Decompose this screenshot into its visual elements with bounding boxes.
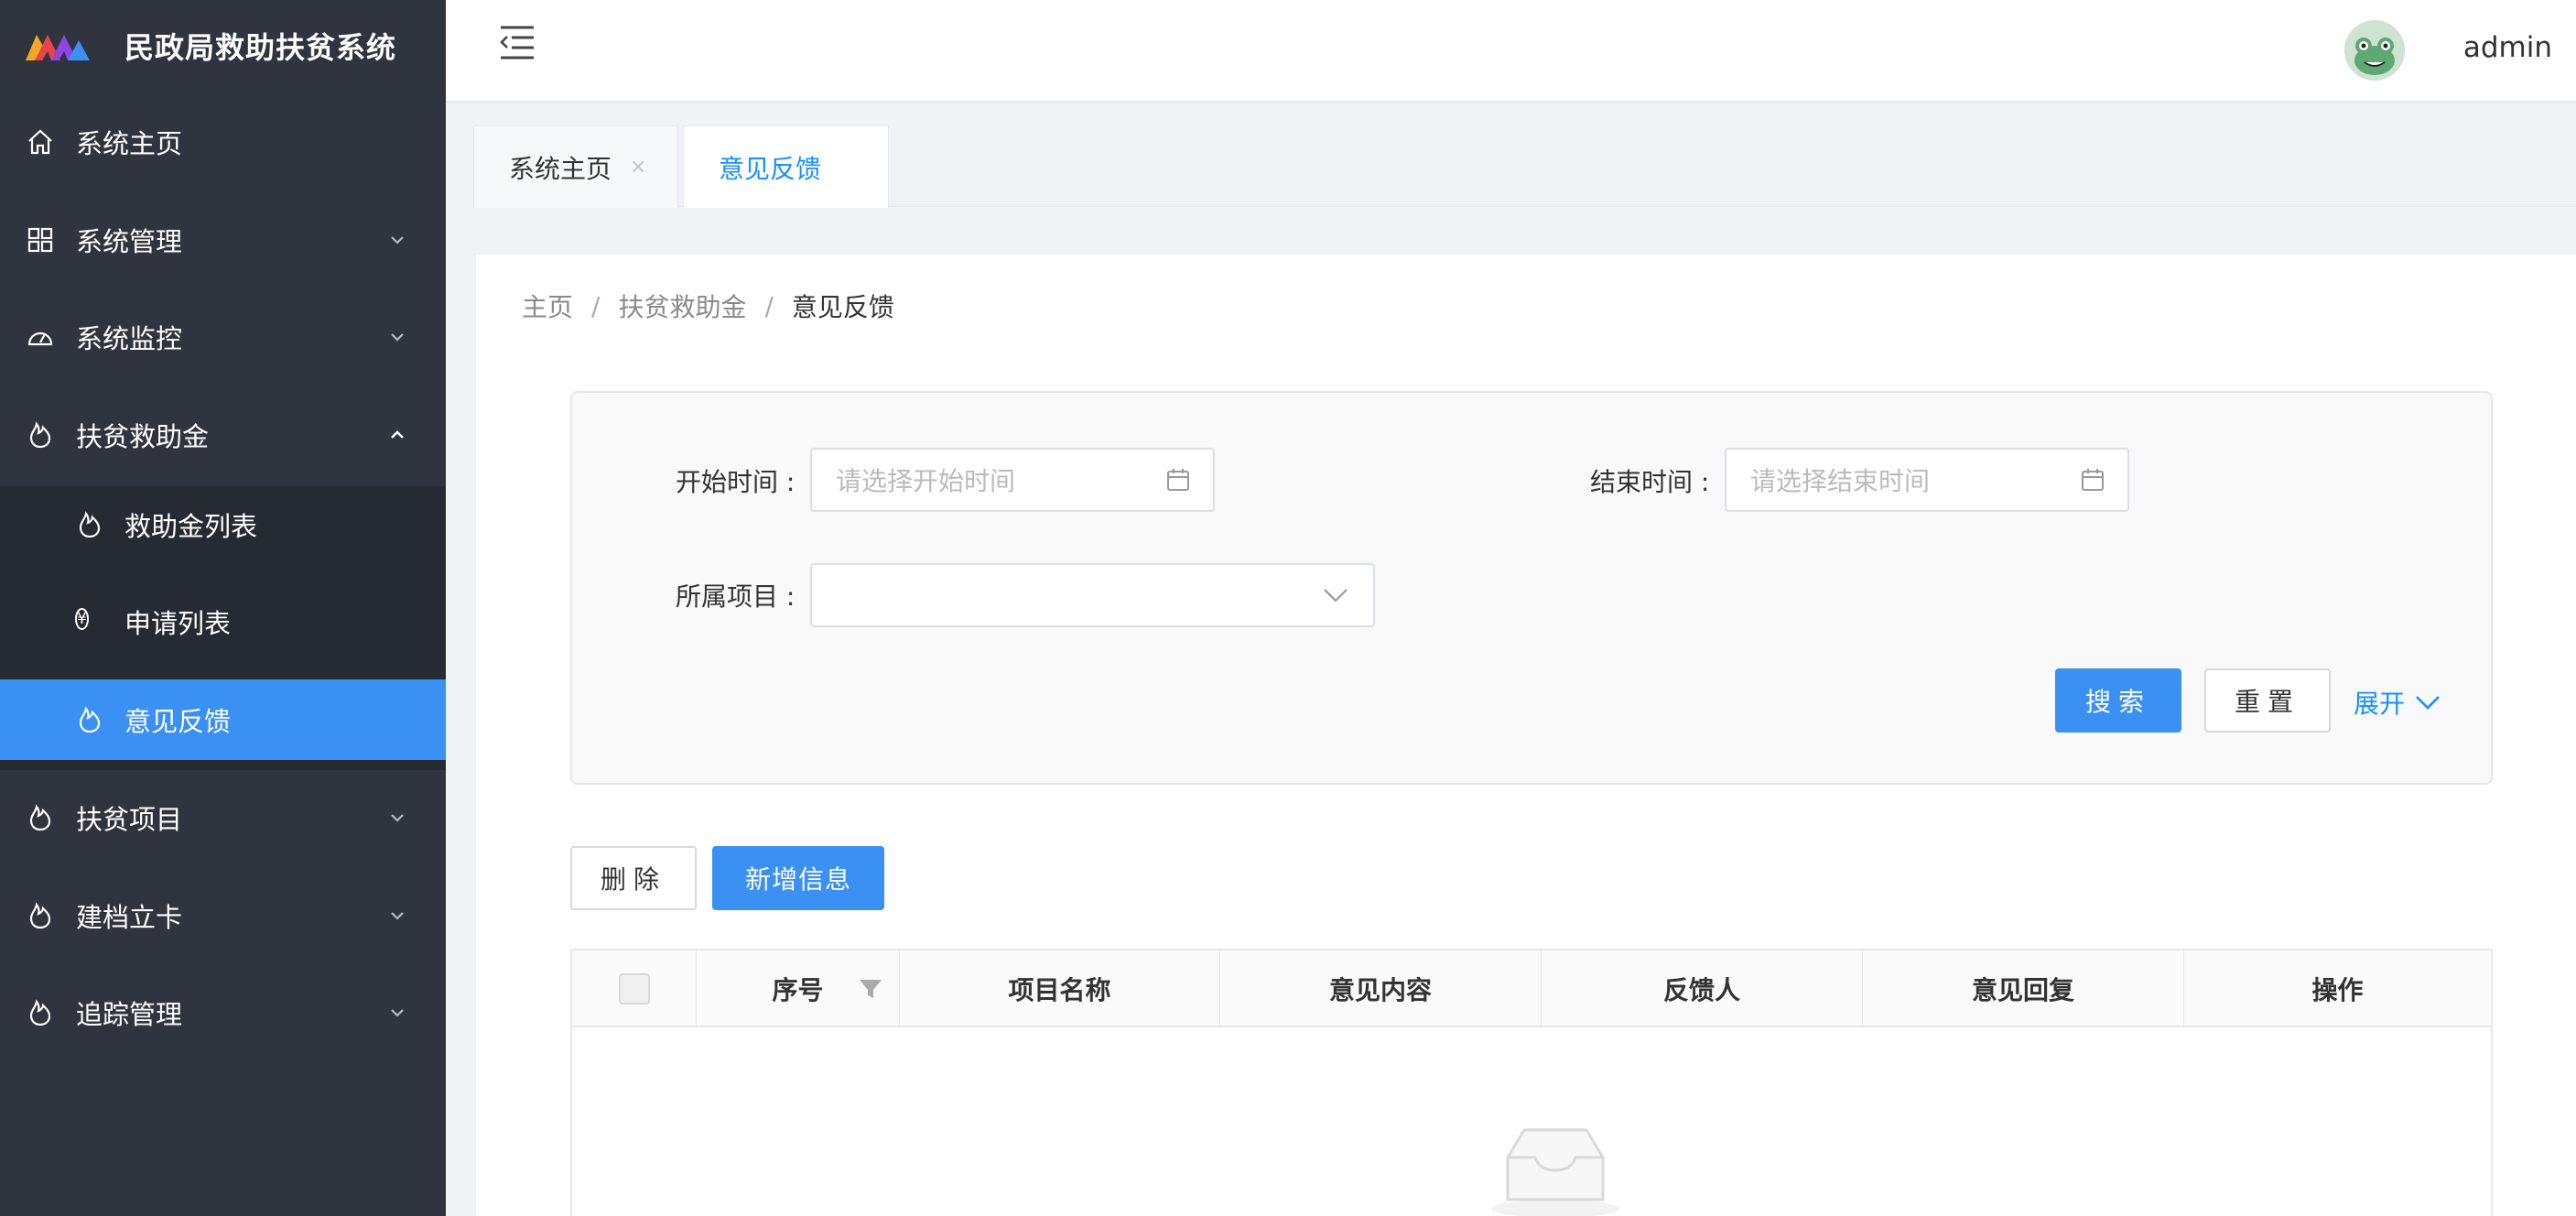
- breadcrumb-home[interactable]: 主页: [522, 288, 573, 324]
- flame-icon: [29, 999, 51, 1026]
- chevron-down-icon: [1324, 589, 1348, 603]
- app-logo-icon: [26, 35, 90, 60]
- expand-label: 展开: [2354, 689, 2406, 719]
- frog-avatar-icon: [2344, 20, 2405, 81]
- chevron-down-icon: [391, 333, 404, 342]
- column-label: 操作: [2311, 975, 2364, 1005]
- column-label: 项目名称: [1008, 975, 1111, 1005]
- column-label: 序号: [772, 975, 824, 1005]
- select-all-checkbox[interactable]: [618, 973, 650, 1004]
- end-time-label: 结束时间 :: [1590, 467, 1710, 497]
- app-title: 民政局救助扶贫系统: [124, 30, 397, 65]
- tab-feedback[interactable]: 意见反馈: [683, 125, 889, 208]
- breadcrumb-current: 意见反馈: [791, 292, 894, 322]
- column-label: 反馈人: [1662, 975, 1740, 1005]
- expand-link[interactable]: 展开: [2354, 684, 2441, 721]
- search-button[interactable]: 搜索: [2055, 668, 2181, 733]
- sidebar-item-label: 追踪管理: [76, 999, 183, 1030]
- data-table: 序号 项目名称 意见内容 反馈人 意见回复 操作: [570, 949, 2493, 1216]
- select-all-cell: [572, 950, 697, 1027]
- close-icon[interactable]: ×: [630, 156, 646, 179]
- sidebar-item-label: 建档立卡: [76, 902, 183, 933]
- column-header-index[interactable]: 序号: [697, 950, 900, 1027]
- avatar[interactable]: [2344, 20, 2405, 81]
- sidebar-item-poverty-fund[interactable]: 扶贫救助金: [0, 395, 446, 475]
- sidebar-item-poverty-projects[interactable]: 扶贫项目: [0, 777, 446, 858]
- project-select[interactable]: [810, 563, 1375, 627]
- sidebar-item-label: 系统监控: [76, 323, 183, 354]
- sidebar-item-fund-list[interactable]: 救助金列表: [0, 484, 446, 565]
- sidebar-item-label: 扶贫项目: [76, 804, 183, 835]
- column-header-submitter: 反馈人: [1542, 950, 1863, 1027]
- sidebar-item-home[interactable]: 系统主页: [0, 102, 446, 182]
- table-header: 序号 项目名称 意见内容 反馈人 意见回复 操作: [572, 950, 2491, 1027]
- sidebar-item-label: 申请列表: [124, 608, 232, 639]
- end-time-input[interactable]: 请选择结束时间: [1725, 448, 2129, 512]
- sidebar-item-tracking[interactable]: 追踪管理: [0, 972, 446, 1053]
- sidebar-item-application-list[interactable]: ¥ 申请列表: [0, 581, 446, 662]
- calendar-icon: [1167, 469, 1189, 491]
- yen-symbol: ¥: [75, 608, 89, 630]
- sidebar-item-label: 扶贫救助金: [76, 421, 210, 452]
- column-header-project-name: 项目名称: [900, 950, 1220, 1027]
- breadcrumb-fund[interactable]: 扶贫救助金: [618, 288, 746, 324]
- column-label: 意见内容: [1328, 975, 1432, 1005]
- sidebar-item-system-monitor[interactable]: 系统监控: [0, 297, 446, 377]
- flame-icon: [79, 511, 101, 538]
- reset-button[interactable]: 重置: [2204, 668, 2331, 733]
- menu-fold-icon[interactable]: [497, 24, 537, 60]
- empty-inbox-icon: [1491, 1128, 1619, 1216]
- start-time-placeholder: 请选择开始时间: [836, 466, 1016, 496]
- sidebar-item-label: 系统管理: [76, 226, 183, 257]
- column-header-reply: 意见回复: [1863, 950, 2184, 1027]
- top-header: admin: [446, 0, 2576, 101]
- start-time-label: 开始时间 :: [676, 467, 796, 497]
- main-content: 主页 / 扶贫救助金 / 意见反馈 开始时间 : 请选择开始时间 结束时间 : …: [476, 255, 2576, 1216]
- project-label: 所属项目 :: [676, 581, 796, 612]
- breadcrumb-separator: /: [764, 290, 774, 321]
- start-time-input[interactable]: 请选择开始时间: [810, 448, 1215, 512]
- flame-icon: [29, 902, 51, 929]
- sidebar-item-file-card[interactable]: 建档立卡: [0, 875, 446, 956]
- breadcrumb-separator: /: [591, 290, 601, 321]
- app-logo-area: 民政局救助扶贫系统: [0, 0, 446, 92]
- chevron-down-icon: [391, 814, 404, 822]
- sidebar-item-label: 系统主页: [76, 128, 183, 159]
- yen-icon: ¥: [75, 607, 104, 636]
- username[interactable]: admin: [2463, 31, 2552, 64]
- grid-icon: [27, 227, 53, 253]
- delete-button[interactable]: 删除: [570, 846, 697, 910]
- filter-icon[interactable]: [859, 978, 882, 1000]
- flame-icon: [79, 706, 101, 733]
- sidebar-item-system-management[interactable]: 系统管理: [0, 200, 446, 280]
- tab-home[interactable]: 系统主页 ×: [473, 125, 678, 208]
- tab-label: 意见反馈: [719, 153, 822, 184]
- chevron-up-icon: [391, 430, 404, 439]
- dashboard-icon: [27, 331, 53, 346]
- chevron-down-icon: [391, 912, 404, 920]
- home-icon: [28, 129, 52, 155]
- calendar-icon: [2082, 469, 2104, 491]
- sidebar-item-label: 意见反馈: [124, 706, 232, 737]
- tab-label: 系统主页: [509, 153, 612, 184]
- column-header-content: 意见内容: [1220, 950, 1542, 1027]
- chevron-down-icon: [391, 1009, 404, 1017]
- sidebar-item-feedback[interactable]: 意见反馈: [0, 679, 446, 760]
- search-panel: 开始时间 : 请选择开始时间 结束时间 : 请选择结束时间 所属项目 : 搜索 …: [570, 391, 2493, 785]
- sidebar-item-label: 救助金列表: [124, 511, 258, 542]
- flame-icon: [29, 804, 51, 831]
- chevron-down-icon: [2416, 696, 2440, 710]
- chevron-down-icon: [391, 236, 404, 244]
- add-info-button[interactable]: 新增信息: [712, 846, 884, 910]
- tabs-bar: 系统主页 × 意见反馈: [473, 125, 2576, 208]
- end-time-placeholder: 请选择结束时间: [1750, 466, 1931, 496]
- column-label: 意见回复: [1971, 975, 2074, 1005]
- column-header-actions: 操作: [2184, 950, 2491, 1027]
- flame-icon: [29, 421, 51, 449]
- sidebar: 民政局救助扶贫系统 系统主页 系统管理 系统监控 扶贫救助金 救助金列表 ¥ 申…: [0, 0, 446, 1216]
- breadcrumb: 主页 / 扶贫救助金 / 意见反馈: [522, 288, 894, 324]
